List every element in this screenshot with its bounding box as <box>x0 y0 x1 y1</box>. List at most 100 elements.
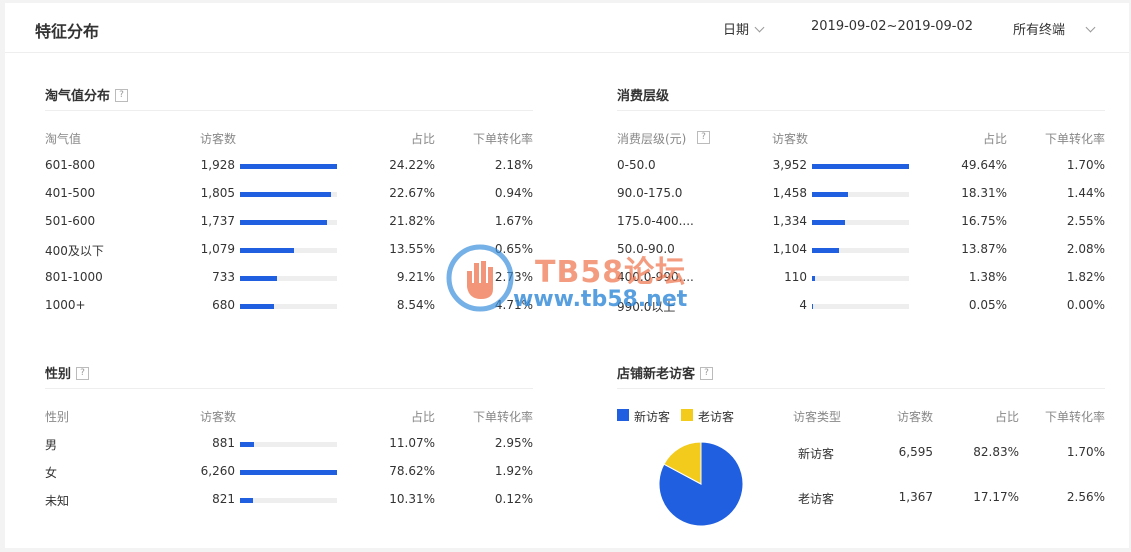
bar-fill <box>240 276 277 281</box>
row-conversion: 2.08% <box>1066 242 1105 256</box>
column-header: 访客数 <box>772 132 809 146</box>
row-visitors: 1,458 <box>772 186 807 200</box>
row-conversion: 2.18% <box>494 158 533 172</box>
help-icon[interactable]: ? <box>700 367 714 380</box>
taoqi-title-text: 淘气值分布 <box>45 89 111 104</box>
row-conversion: 1.92% <box>494 464 533 478</box>
date-type-dropdown[interactable]: 日期 <box>723 19 765 38</box>
row-share: 13.55% <box>389 242 435 256</box>
row-label: 801-1000 <box>45 270 103 284</box>
page-title: 特征分布 <box>35 22 100 41</box>
row-visitors: 1,104 <box>772 242 807 256</box>
row-label: 175.0-400.... <box>617 214 694 228</box>
row-conversion: 1.70% <box>1066 158 1105 172</box>
bar-track <box>240 164 337 169</box>
bar-track <box>240 192 337 197</box>
bar-fill <box>240 442 254 447</box>
row-label: 90.0-175.0 <box>617 186 683 200</box>
row-visitors: 680 <box>212 298 235 312</box>
help-icon[interactable]: ? <box>76 367 90 380</box>
row-visitors: 4 <box>799 298 807 312</box>
help-icon[interactable]: ? <box>115 89 129 102</box>
date-range-picker[interactable]: 2019-09-02~2019-09-02 <box>811 19 973 34</box>
bar-fill <box>240 498 253 503</box>
row-share: 18.31% <box>961 186 1007 200</box>
column-header: 访客类型 <box>793 410 842 424</box>
feature-distribution-page: 特征分布 日期 2019-09-02~2019-09-02 所有终端 淘气值分布… <box>5 3 1129 548</box>
bar-fill <box>240 164 337 169</box>
row-share: 1.38% <box>968 270 1007 284</box>
column-header: 占比 <box>982 132 1007 146</box>
row-label: 400及以下 <box>45 244 104 258</box>
row-label: 未知 <box>45 494 70 508</box>
bar-track <box>812 304 909 309</box>
gender-section-title: 性别? <box>45 363 90 382</box>
row-share: 13.87% <box>961 242 1007 256</box>
row-conversion: 4.71% <box>494 298 533 312</box>
consume-section-title: 消费层级 <box>617 89 670 104</box>
row-label: 50.0-90.0 <box>617 242 675 256</box>
row-label: 0-50.0 <box>617 158 656 172</box>
column-header: 下单转化率 <box>472 410 533 424</box>
row-share: 22.67% <box>389 186 435 200</box>
legend-swatch-old <box>681 409 693 421</box>
bar-track <box>240 470 337 475</box>
bar-track <box>812 276 909 281</box>
bar-fill <box>240 470 337 475</box>
terminal-dropdown[interactable]: 所有终端 <box>1013 19 1096 38</box>
column-header: 下单转化率 <box>1044 132 1105 146</box>
bar-track <box>812 220 909 225</box>
visitor-pie-chart <box>658 441 744 527</box>
legend-label-old[interactable]: 老访客 <box>698 408 734 425</box>
column-header: 下单转化率 <box>472 132 533 146</box>
terminal-label: 所有终端 <box>1013 23 1066 38</box>
row-conversion: 2.73% <box>494 270 533 284</box>
row-conversion: 2.55% <box>1066 214 1105 228</box>
row-conversion: 0.65% <box>494 242 533 256</box>
row-label: 501-600 <box>45 214 96 228</box>
gender-title-text: 性别 <box>45 367 72 382</box>
row-share: 16.75% <box>961 214 1007 228</box>
row-visitors: 1,928 <box>200 158 235 172</box>
column-header: 淘气值 <box>45 132 82 146</box>
newold-section-title: 店铺新老访客? <box>617 363 714 382</box>
bar-fill <box>812 276 815 281</box>
bar-track <box>240 248 337 253</box>
bar-fill <box>240 248 294 253</box>
help-icon[interactable]: ? <box>697 131 710 144</box>
divider <box>617 110 1105 111</box>
row-conversion: 0.12% <box>494 492 533 506</box>
row-label: 400.0-990.... <box>617 270 694 284</box>
bar-fill <box>240 220 327 225</box>
row-label: 601-800 <box>45 158 96 172</box>
column-header: 访客数 <box>200 132 237 146</box>
legend-label-new[interactable]: 新访客 <box>634 408 670 425</box>
row-share: 24.22% <box>389 158 435 172</box>
row-label: 老访客 <box>798 492 835 506</box>
row-visitors: 821 <box>212 492 235 506</box>
row-share: 82.83% <box>973 445 1019 459</box>
page-header: 特征分布 日期 2019-09-02~2019-09-02 所有终端 <box>5 3 1129 53</box>
row-conversion: 2.95% <box>494 436 533 450</box>
row-conversion: 1.70% <box>1066 445 1105 459</box>
chevron-down-icon <box>754 22 765 33</box>
row-share: 17.17% <box>973 490 1019 504</box>
row-label: 401-500 <box>45 186 96 200</box>
column-header: 消费层级(元) <box>617 132 687 146</box>
column-header: 占比 <box>410 132 435 146</box>
date-type-label: 日期 <box>723 23 750 38</box>
row-conversion: 0.94% <box>494 186 533 200</box>
row-visitors: 6,260 <box>200 464 235 478</box>
row-visitors: 733 <box>212 270 235 284</box>
row-share: 8.54% <box>396 298 435 312</box>
row-visitors: 1,334 <box>772 214 807 228</box>
column-header: 占比 <box>994 410 1019 424</box>
row-label: 男 <box>45 438 58 452</box>
row-conversion: 0.00% <box>1066 298 1105 312</box>
row-visitors: 110 <box>784 270 807 284</box>
row-visitors: 1,805 <box>200 186 235 200</box>
column-header: 访客数 <box>200 410 237 424</box>
legend-swatch-new <box>617 409 629 421</box>
divider <box>45 110 533 111</box>
row-visitors: 881 <box>212 436 235 450</box>
